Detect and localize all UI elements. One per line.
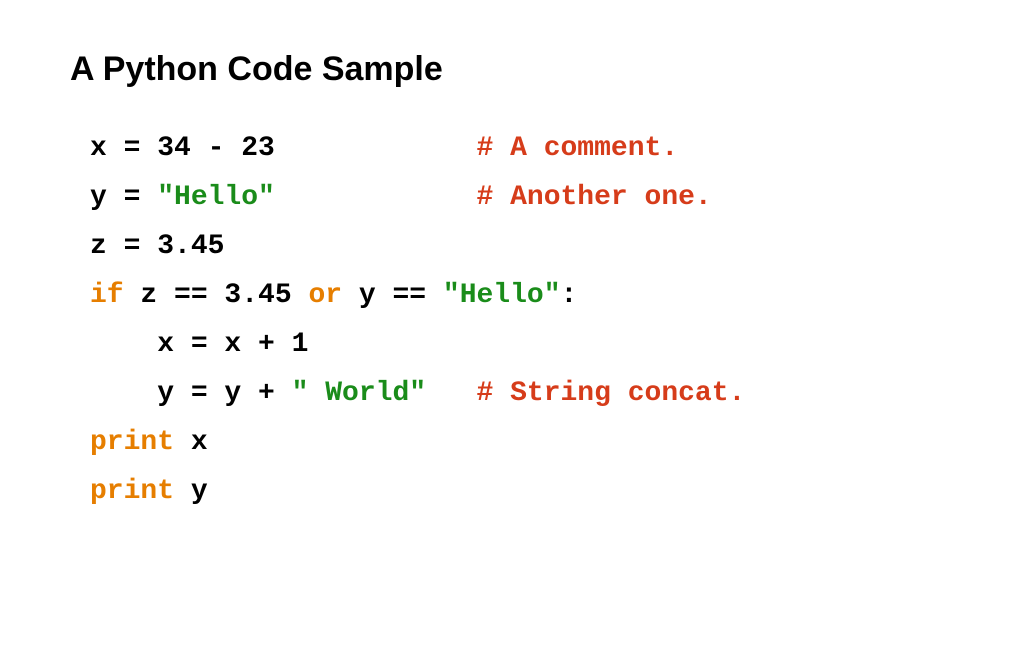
code-text: y = [90,182,157,213]
code-line-1: x = 34 - 23 # A comment. [90,124,954,173]
code-spacing [426,378,476,409]
code-keyword: print [90,476,174,507]
code-line-3: z = 3.45 [90,222,954,271]
code-line-8: print y [90,467,954,516]
code-text: z = 3.45 [90,231,224,262]
code-line-7: print x [90,418,954,467]
code-spacing [275,182,477,213]
code-text: y == [342,280,443,311]
code-line-5: x = x + 1 [90,320,954,369]
code-text: x = x + 1 [90,329,308,360]
code-comment: # A comment. [476,133,678,164]
code-sample: x = 34 - 23 # A comment. y = "Hello" # A… [70,124,954,516]
slide-title: A Python Code Sample [70,50,954,89]
code-string: "Hello" [157,182,275,213]
code-comment: # Another one. [476,182,711,213]
code-keyword: or [308,280,342,311]
code-text: y = y + [90,378,292,409]
code-text: z == 3.45 [124,280,309,311]
code-comment: # String concat. [476,378,745,409]
code-line-6: y = y + " World" # String concat. [90,369,954,418]
code-text: : [561,280,578,311]
code-spacing [275,133,477,164]
code-keyword: print [90,427,174,458]
code-keyword: if [90,280,124,311]
code-text: y [174,476,208,507]
code-string: " World" [292,378,426,409]
code-line-2: y = "Hello" # Another one. [90,173,954,222]
code-string: "Hello" [443,280,561,311]
code-line-4: if z == 3.45 or y == "Hello": [90,271,954,320]
code-text: x = 34 - 23 [90,133,275,164]
code-text: x [174,427,208,458]
